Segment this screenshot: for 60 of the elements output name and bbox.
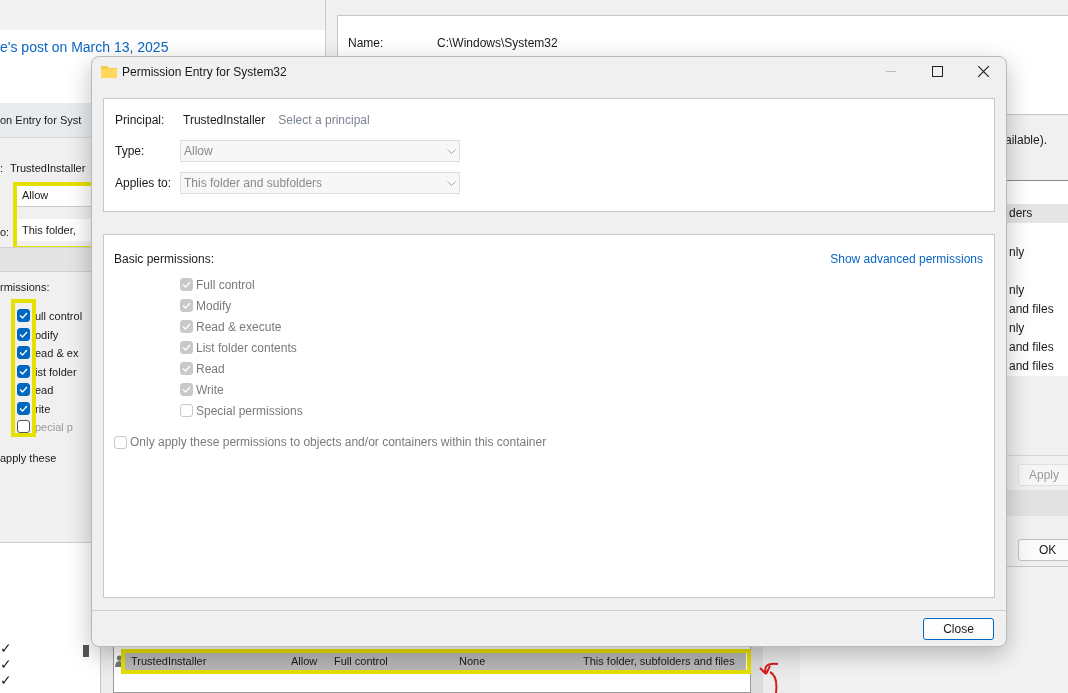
close-button[interactable]: Close [923,617,994,640]
checkbox-label: ull control [35,309,83,324]
post-link[interactable]: e's post on March 13, 2025 [0,37,169,58]
table-cell-text: Full control [334,654,388,670]
checkbox-label: Read & execute [196,318,282,336]
field-label: o: [0,225,10,240]
check-mark: ✓ [0,656,12,672]
field-label: : [0,161,4,176]
principal-name: TrustedInstaller [183,112,266,129]
checkbox-label: List folder contents [196,339,297,357]
checkbox[interactable] [17,383,30,396]
checkbox-label: odify [35,327,59,343]
window-title: Permission Entry for System32 [122,63,287,81]
checkbox-label: ist folder [35,364,77,380]
table-cell-text: This folder, subfolders and files [583,654,735,670]
checkbox-label: Write [196,381,224,399]
checkbox-label: Special permissions [196,402,303,420]
check-mark: ✓ [0,672,12,688]
section-label: Basic permissions: [114,251,215,268]
principal-name: TrustedInstaller [10,161,86,176]
dropdown-caret-icon [447,148,456,154]
field-label: Type: [115,143,146,160]
scrollbar [751,645,763,693]
option-label: apply these [0,451,57,466]
checkbox[interactable] [17,309,30,322]
list-item[interactable]: ders [1007,204,1068,223]
checkbox[interactable] [17,364,30,378]
checkbox-label: pecial p [35,420,73,435]
path-text: C:\Windows\System32 [437,35,558,52]
checkbox-label: Read [196,360,225,378]
close-icon [977,66,989,77]
select-principal-link[interactable]: Select a principal [278,111,370,129]
scrollbar-thumb [83,645,89,657]
user-icon [115,655,124,667]
checkbox[interactable] [17,327,30,341]
advanced-permissions-link[interactable]: Show advanced permissions [830,250,983,268]
field-label: Applies to: [115,175,173,192]
window-title: on Entry for Syst [0,112,82,128]
checkbox-label: ead [35,383,54,398]
check-mark: ✓ [0,640,12,656]
checkbox[interactable] [17,401,30,415]
checkbox-label: ead & ex [35,346,79,361]
table-cell-text: TrustedInstaller [131,654,207,670]
checkbox[interactable] [17,420,30,433]
field-label: Principal: [115,112,166,129]
checkbox-label: rite [35,401,51,417]
section-label: rmissions: [0,280,50,295]
table-cell-text: Allow [291,654,318,670]
folder-icon [101,65,117,78]
table-cell-text: None [459,654,486,670]
ok-button[interactable]: OK [1018,539,1068,561]
maximize-icon [931,66,943,77]
checkbox[interactable] [17,346,30,359]
info-text: ailable). [1005,132,1048,149]
checkbox-label: Modify [196,297,232,315]
minimize-icon [886,71,896,72]
dropdown-caret-icon [447,180,456,186]
field-label: Name: [348,35,384,52]
checkbox-label: Only apply these permissions to objects and/or containers within this container [130,434,547,451]
checkbox-label: Full control [196,276,255,294]
